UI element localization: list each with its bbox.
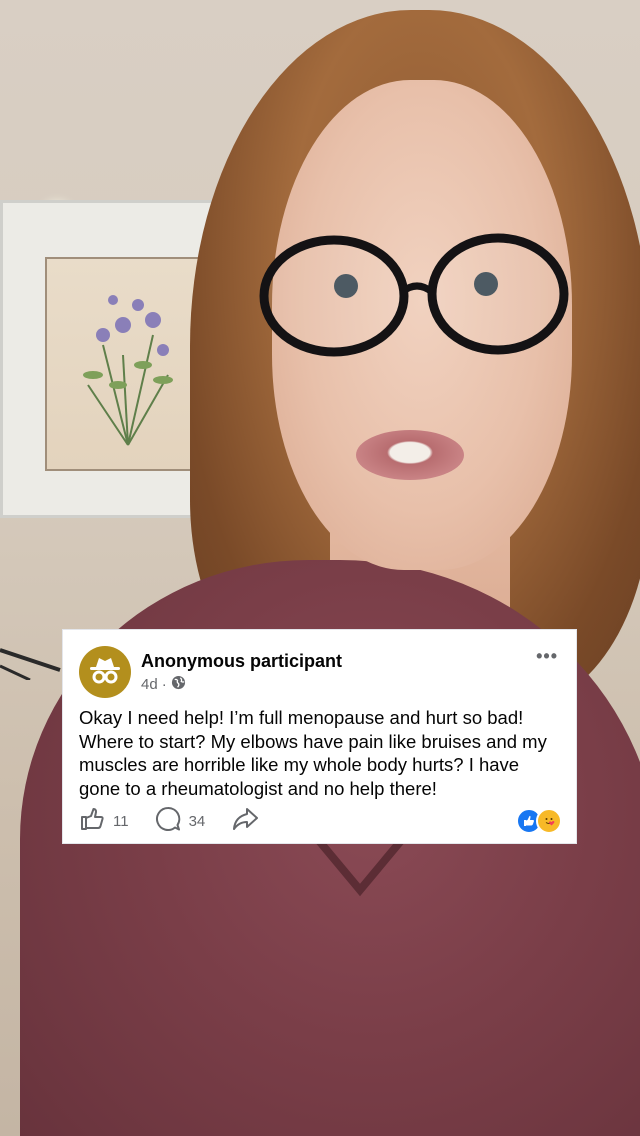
comment-button[interactable]: 34 (155, 806, 206, 836)
meta-separator: · (161, 676, 167, 693)
comment-count: 34 (188, 812, 206, 830)
more-options-button[interactable]: ••• (536, 646, 558, 667)
thumbs-up-icon (79, 806, 105, 836)
author-name[interactable]: Anonymous participant (141, 651, 342, 672)
video-background (0, 0, 640, 1136)
post-actions: 11 34 (79, 806, 285, 836)
mouth (356, 430, 464, 480)
share-button[interactable] (231, 806, 259, 836)
comment-icon (155, 806, 181, 836)
like-button[interactable]: 11 (79, 806, 129, 836)
post-text: Okay I need help! I’m full menopause and… (79, 707, 547, 799)
globe-icon (171, 675, 186, 694)
post-card[interactable]: Anonymous participant 4d · ••• Okay I ne… (62, 629, 577, 844)
glasses (259, 233, 569, 357)
avatar[interactable] (79, 646, 131, 698)
incognito-icon (88, 655, 122, 690)
lamp (0, 648, 61, 680)
care-reaction-icon (536, 808, 562, 834)
flower-painting (83, 295, 173, 446)
post-age[interactable]: 4d (141, 676, 158, 693)
like-count: 11 (113, 812, 129, 830)
reaction-summary[interactable] (516, 808, 562, 834)
post-meta: 4d · (141, 675, 186, 694)
share-icon (231, 806, 259, 836)
